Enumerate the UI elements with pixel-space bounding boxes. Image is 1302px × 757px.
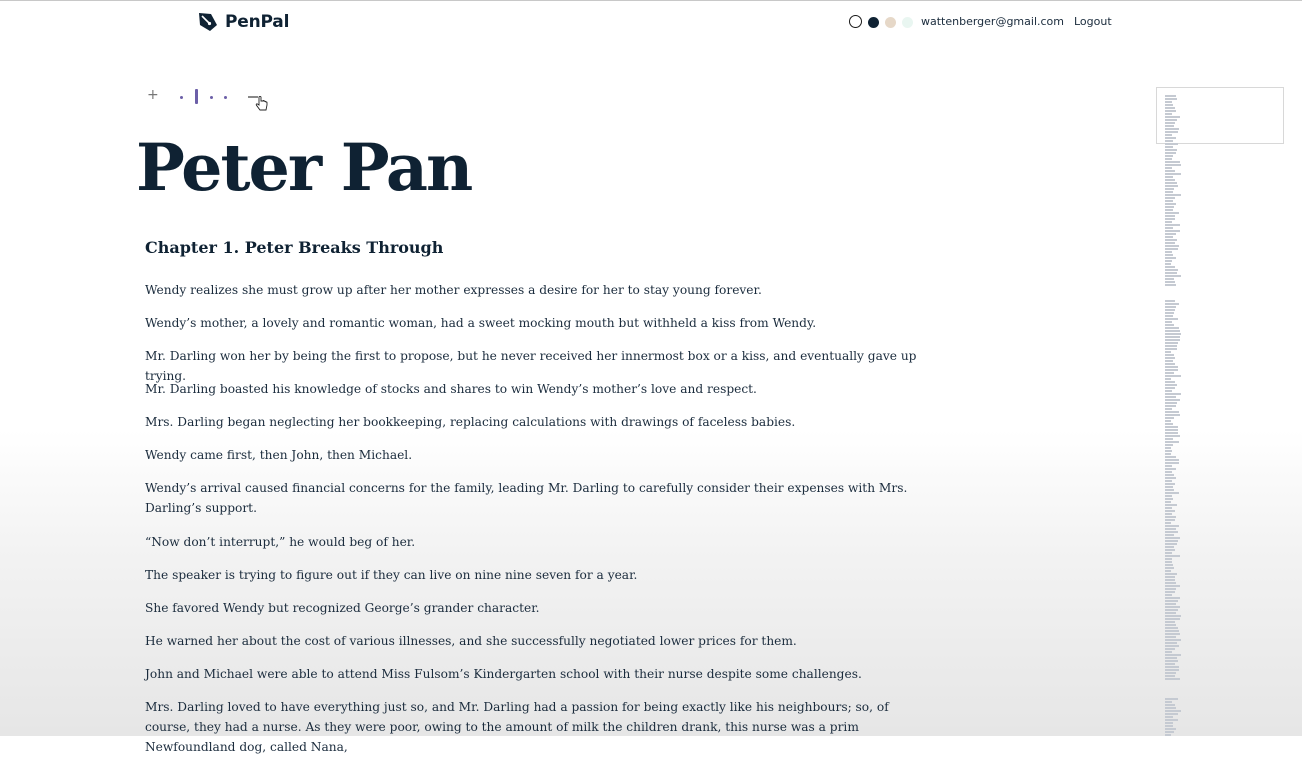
zoom-level-4[interactable] — [224, 96, 227, 99]
summary-paragraph[interactable]: She favored Wendy but recognized George’… — [145, 598, 935, 618]
user-email: wattenberger@gmail.com — [921, 15, 1064, 28]
pointer-hand-cursor-icon — [255, 96, 268, 111]
summary-paragraph[interactable]: “Now don’t interrupt,” he would beg of h… — [145, 532, 935, 552]
zoom-in-button[interactable]: + — [147, 87, 159, 103]
book-title: Peter Pan — [136, 130, 473, 206]
summary-paragraph[interactable]: Mr. Darling boasted his knowledge of sto… — [145, 379, 935, 399]
summary-paragraph[interactable]: Mrs. Darling loved to have everything ju… — [145, 697, 925, 757]
zoom-level-1[interactable] — [180, 96, 183, 99]
window-top-border — [0, 0, 1302, 1]
summary-paragraph[interactable]: He warned her about the cost of various … — [145, 631, 935, 651]
zoom-level-3[interactable] — [210, 96, 213, 99]
document-minimap[interactable] — [1163, 95, 1183, 736]
summary-paragraph[interactable]: Wendy’s mother, a lovely and romantic wo… — [145, 313, 935, 333]
summary-paragraph[interactable]: Mrs. Darling began neglecting her bookke… — [145, 412, 935, 432]
brand[interactable]: PenPal — [197, 11, 289, 33]
summary-paragraph[interactable]: John and Michael were able to attend Mis… — [145, 664, 935, 684]
zoom-level-active-indicator[interactable] — [195, 89, 198, 104]
logout-link[interactable]: Logout — [1074, 15, 1112, 28]
app-name: PenPal — [225, 12, 290, 32]
zoom-control: + — [145, 87, 270, 106]
theme-mint-button[interactable] — [902, 16, 913, 28]
header-controls: wattenberger@gmail.com Logout — [849, 15, 1112, 28]
summary-paragraph[interactable]: Wendy’s arrival caused financial concern… — [145, 478, 915, 518]
chapter-title: Chapter 1. Peter Breaks Through — [145, 238, 444, 257]
minimap-lines — [1165, 95, 1181, 736]
summary-paragraph[interactable]: The speaker is trying to figure out if t… — [145, 565, 935, 585]
theme-dark-button[interactable] — [868, 16, 879, 28]
theme-sepia-button[interactable] — [885, 16, 896, 28]
theme-light-button[interactable] — [849, 15, 862, 28]
pen-nib-logo-icon — [199, 13, 217, 31]
summary-paragraph[interactable]: Wendy came first, then John, then Michae… — [145, 445, 935, 465]
summary-paragraph[interactable]: Wendy realizes she must grow up after he… — [145, 280, 935, 300]
